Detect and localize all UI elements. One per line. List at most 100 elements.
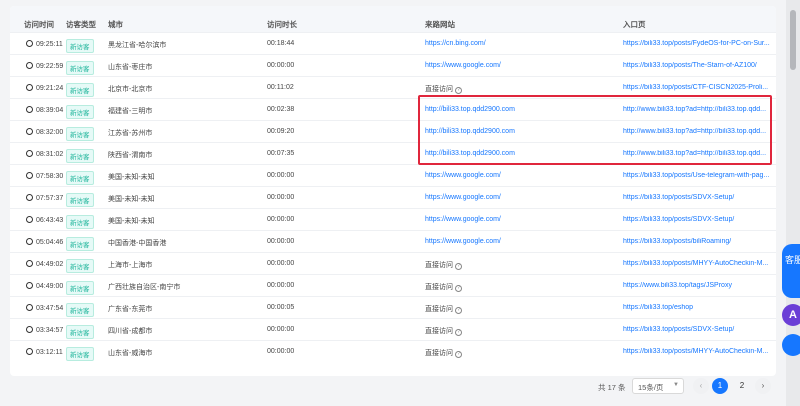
entry-page-link[interactable]: https://bili33.top/posts/The-Starn-of-AZ… xyxy=(623,62,773,69)
visit-duration: 00:00:00 xyxy=(267,282,295,289)
source-link[interactable]: https://www.google.com/ xyxy=(425,194,501,201)
table-row: 06:43:43 新访客 美国-未知-未知 00:00:00 https://w… xyxy=(10,208,776,230)
source-link[interactable]: https://www.google.com/ xyxy=(425,172,501,179)
entry-page-link[interactable]: http://www.bili33.top?ad=http://bili33.t… xyxy=(623,128,773,135)
source-link[interactable]: https://www.google.com/ xyxy=(425,216,501,223)
new-visitor-badge: 新访客 xyxy=(66,281,94,295)
location-target-icon xyxy=(26,106,33,113)
location-target-icon xyxy=(26,260,33,267)
visit-time-text: 03:12:11 xyxy=(36,349,63,356)
source-link[interactable]: http://bili33.top.qdd2900.com xyxy=(425,150,515,157)
visit-time-text: 09:21:24 xyxy=(36,85,64,92)
entry-page-link[interactable]: https://bili33.top/posts/CTF-CISCN2025-P… xyxy=(623,84,773,91)
table-row: 09:25:11 新访客 黑龙江省-哈尔滨市 00:18:44 https://… xyxy=(10,32,776,54)
visit-time-text: 04:49:02 xyxy=(36,261,64,268)
visitor-type: 新访客 xyxy=(66,149,94,163)
entry-page-link[interactable]: https://www.bili33.top/tags/JSProxy xyxy=(623,282,773,289)
new-visitor-badge: 新访客 xyxy=(66,215,94,229)
visit-time: 08:39:04 xyxy=(26,106,63,114)
entry-page-link[interactable]: https://bili33.top/posts/SDVX-Setup/ xyxy=(623,194,773,201)
prev-page-button[interactable]: ‹ xyxy=(693,378,709,394)
source-link[interactable]: https://www.google.com/ xyxy=(425,238,501,245)
source-direct-text: 直接访问 xyxy=(425,284,453,291)
assistant-float-button[interactable]: A xyxy=(782,304,800,326)
visitor-type: 新访客 xyxy=(66,171,94,185)
source-direct-text: 直接访问 xyxy=(425,86,453,93)
header-type: 访客类型 xyxy=(66,20,96,29)
entry-page-link[interactable]: http://www.bili33.top?ad=http://bili33.t… xyxy=(623,106,773,113)
source-site: 直接访问? xyxy=(425,260,462,270)
entry-page-link[interactable]: https://bili33.top/posts/SDVX-Setup/ xyxy=(623,326,773,333)
page-1-button[interactable]: 1 xyxy=(712,378,728,394)
visit-time: 06:43:43 xyxy=(26,216,63,224)
new-visitor-badge: 新访客 xyxy=(66,347,94,361)
entry-page-link[interactable]: https://bili33.top/posts/Use-telegram-wi… xyxy=(623,172,773,179)
source-link[interactable]: http://bili33.top.qdd2900.com xyxy=(425,128,515,135)
scrollbar-thumb[interactable] xyxy=(790,10,796,70)
help-icon[interactable]: ? xyxy=(455,285,462,292)
help-icon[interactable]: ? xyxy=(455,263,462,270)
city: 山东省-威海市 xyxy=(108,350,153,357)
chat-float-button[interactable] xyxy=(782,334,800,356)
entry-page-link[interactable]: https://bili33.top/posts/FydeOS-for-PC-o… xyxy=(623,40,773,47)
visitor-type: 新访客 xyxy=(66,347,94,361)
city: 黑龙江省-哈尔滨市 xyxy=(108,42,167,49)
header-city: 城市 xyxy=(108,20,123,29)
help-icon[interactable]: ? xyxy=(455,307,462,314)
visitor-type: 新访客 xyxy=(66,303,94,317)
entry-page-link[interactable]: https://bili33.top/posts/MHYY-AutoChecki… xyxy=(623,260,773,267)
new-visitor-badge: 新访客 xyxy=(66,171,94,185)
visit-time-text: 03:34:57 xyxy=(36,327,64,334)
table-row: 04:49:02 新访客 上海市-上海市 00:00:00 直接访问? http… xyxy=(10,252,776,274)
help-icon[interactable]: ? xyxy=(455,351,462,358)
visitor-type: 新访客 xyxy=(66,105,94,119)
new-visitor-badge: 新访客 xyxy=(66,259,94,273)
visit-duration: 00:18:44 xyxy=(267,40,295,47)
source-site: http://bili33.top.qdd2900.com xyxy=(425,150,515,157)
entry-page-link[interactable]: http://www.bili33.top?ad=http://bili33.t… xyxy=(623,150,773,157)
visit-time-text: 07:57:37 xyxy=(36,195,64,202)
visit-time: 08:31:02 xyxy=(26,150,63,158)
table-row: 07:57:37 新访客 美国-未知-未知 00:00:00 https://w… xyxy=(10,186,776,208)
source-link[interactable]: https://www.google.com/ xyxy=(425,62,501,69)
city: 山东省-枣庄市 xyxy=(108,64,153,71)
city: 美国-未知-未知 xyxy=(108,174,155,181)
source-site: 直接访问? xyxy=(425,348,462,358)
visit-duration: 00:00:00 xyxy=(267,62,295,69)
visit-time: 03:34:57 xyxy=(26,326,63,334)
header-time: 访问时间 xyxy=(24,20,54,29)
visitor-type: 新访客 xyxy=(66,281,94,295)
entry-page-link[interactable]: https://bili33.top/posts/SDVX-Setup/ xyxy=(623,216,773,223)
location-target-icon xyxy=(26,216,33,223)
visit-time-text: 08:31:02 xyxy=(36,151,64,158)
visit-duration: 00:00:00 xyxy=(267,326,295,333)
help-icon[interactable]: ? xyxy=(455,87,462,94)
support-float-button[interactable]: 客服 xyxy=(782,244,800,298)
visit-time: 09:25:11 xyxy=(26,40,63,48)
visitor-type: 新访客 xyxy=(66,39,94,53)
visit-duration: 00:00:00 xyxy=(267,172,295,179)
source-direct-text: 直接访问 xyxy=(425,262,453,269)
help-icon[interactable]: ? xyxy=(455,329,462,336)
source-link[interactable]: https://cn.bing.com/ xyxy=(425,40,486,47)
location-target-icon xyxy=(26,128,33,135)
visitor-type: 新访客 xyxy=(66,193,94,207)
visit-duration: 00:00:00 xyxy=(267,216,295,223)
page-2-button[interactable]: 2 xyxy=(734,378,750,394)
entry-page-link[interactable]: https://bili33.top/posts/biliRoaming/ xyxy=(623,238,773,245)
visit-time-text: 05:04:46 xyxy=(36,239,64,246)
visit-duration: 00:02:38 xyxy=(267,106,295,113)
visit-duration: 00:00:00 xyxy=(267,348,295,355)
entry-page-link[interactable]: https://bili33.top/posts/MHYY-AutoChecki… xyxy=(623,348,773,355)
visit-duration: 00:00:00 xyxy=(267,238,295,245)
next-page-button[interactable]: › xyxy=(755,378,771,394)
city: 美国-未知-未知 xyxy=(108,218,155,225)
entry-page-link[interactable]: https://bili33.top/eshop xyxy=(623,304,773,311)
source-site: https://www.google.com/ xyxy=(425,216,501,223)
source-direct-text: 直接访问 xyxy=(425,306,453,313)
visitor-type: 新访客 xyxy=(66,215,94,229)
visitor-type: 新访客 xyxy=(66,325,94,339)
location-target-icon xyxy=(26,84,33,91)
source-link[interactable]: http://bili33.top.qdd2900.com xyxy=(425,106,515,113)
page-size-select[interactable]: 15条/页 ▼ xyxy=(632,378,684,394)
